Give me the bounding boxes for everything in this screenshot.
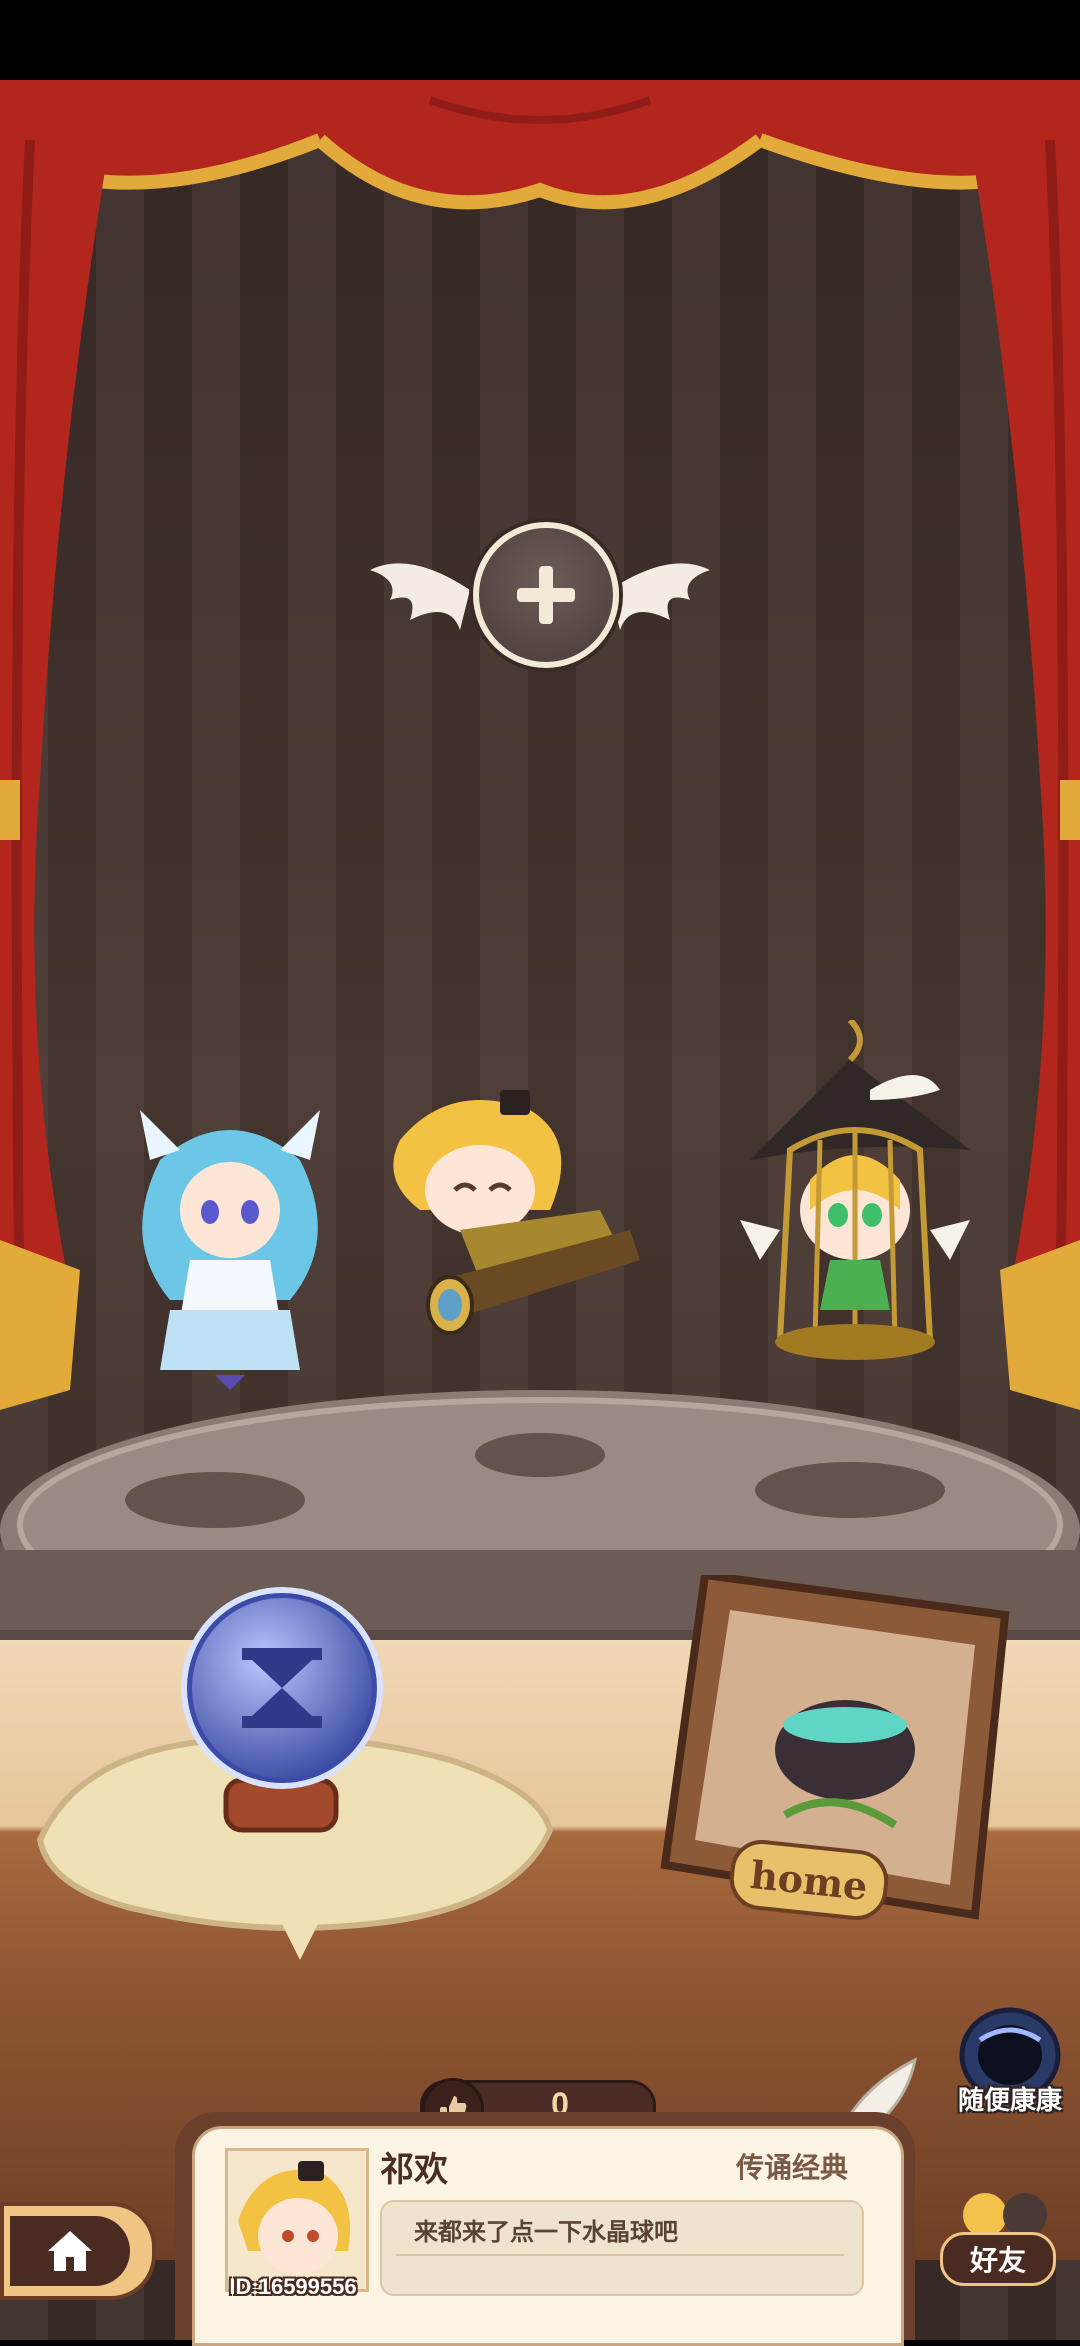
message-divider (396, 2254, 844, 2256)
character-telescope-boy[interactable] (380, 1080, 650, 1360)
player-id: ID:16599556 (229, 2274, 357, 2299)
avatar[interactable] (225, 2148, 369, 2292)
crystal-ball[interactable] (20, 1580, 560, 1960)
player-tag[interactable]: 传诵经典 (736, 2146, 848, 2186)
plus-icon (517, 566, 575, 624)
player-name: 祁欢 (380, 2151, 448, 2189)
home-sign-text: home (748, 1851, 870, 1909)
house-icon (48, 2231, 92, 2271)
curtain-left (0, 140, 110, 1410)
character-caged-witch[interactable] (720, 1020, 990, 1390)
character-blue-fairy[interactable] (120, 1100, 340, 1400)
home-button-inner (10, 2216, 130, 2286)
curtain-valance (0, 80, 1080, 210)
random-visit-label[interactable]: 随便康康 (945, 2080, 1075, 2117)
player-message: 来都来了点一下水晶球吧 (414, 2219, 678, 2246)
avatar-image (238, 2161, 350, 2274)
home-button[interactable] (0, 2202, 156, 2300)
add-character-button[interactable] (473, 522, 619, 668)
friends-label[interactable]: 好友 (940, 2232, 1056, 2286)
